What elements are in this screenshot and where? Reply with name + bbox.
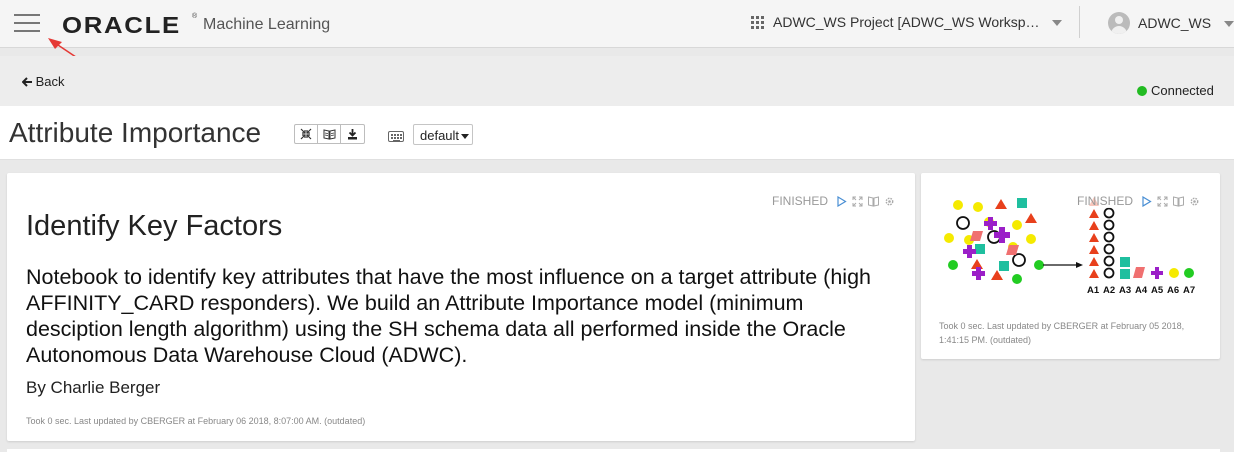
download-button[interactable] [341, 125, 364, 143]
notebook-toolbar [294, 124, 365, 144]
user-name: ADWC_WS [1138, 15, 1212, 31]
paragraph-description: Notebook to identify key attributes that… [26, 265, 871, 367]
keyboard-icon[interactable] [388, 131, 404, 142]
project-selector[interactable]: ADWC_WS Project [ADWC_WS Workspace] [751, 14, 1069, 34]
paragraph-status: FINISHED [1076, 194, 1133, 208]
gear-icon[interactable] [1189, 196, 1200, 207]
attr-label: A6 [1167, 285, 1179, 296]
notebook-subheader: Back Connected [0, 56, 1234, 106]
attr-label: A2 [1103, 285, 1115, 296]
divider [1079, 6, 1080, 38]
run-icon[interactable] [836, 195, 847, 207]
back-button[interactable]: Back [21, 74, 65, 89]
book-icon [323, 128, 335, 140]
arrow-left-icon [21, 77, 32, 87]
paragraph-card: FINISHED Identify Key Factors Notebook t… [7, 173, 915, 441]
page-title: Attribute Importance [9, 117, 262, 148]
paragraph-controls: FINISHED [1076, 194, 1200, 208]
project-label: ADWC_WS Project [ADWC_WS Workspace] [773, 14, 1045, 30]
interpreter-select[interactable]: default [413, 124, 473, 145]
user-menu[interactable]: ADWC_WS [1108, 12, 1234, 36]
collapse-icon [300, 128, 312, 140]
app-name: Machine Learning [203, 16, 331, 33]
back-label: Back [35, 74, 65, 89]
grid-icon [751, 16, 765, 30]
chevron-down-icon [461, 134, 469, 139]
attr-label: A5 [1151, 285, 1164, 296]
chevron-down-icon [1052, 20, 1062, 26]
paragraph-status: FINISHED [771, 194, 828, 208]
paragraph-heading: Identify Key Factors [26, 210, 283, 242]
notebook-title-bar: Attribute Importance default [0, 106, 1234, 160]
paragraph-meta: Took 0 sec. Last updated by CBERGER at F… [26, 416, 366, 426]
attr-label: A3 [1119, 285, 1131, 296]
hamburger-icon[interactable] [14, 14, 40, 34]
avatar [1108, 12, 1130, 34]
paragraph-card-image: A1 A2 A3 A4 A5 A6 A7 FINISHED Took 0 sec… [921, 173, 1220, 359]
interpreter-value: default [420, 128, 460, 143]
registered-mark: ® [192, 13, 198, 20]
book-icon[interactable] [1173, 195, 1184, 207]
gear-icon[interactable] [884, 196, 895, 207]
paragraph-byline: By Charlie Berger [26, 378, 161, 397]
attr-label: A1 [1087, 285, 1100, 296]
download-icon [348, 128, 357, 139]
expand-icon[interactable] [1157, 196, 1168, 207]
attr-label: A7 [1183, 285, 1195, 296]
top-navbar: ORACLE ® Machine Learning ADWC_WS Projec… [0, 0, 1234, 48]
expand-icon[interactable] [852, 196, 863, 207]
book-icon[interactable] [868, 195, 879, 207]
status-label: Connected [1151, 83, 1214, 98]
collapse-button[interactable] [295, 125, 318, 143]
run-icon[interactable] [1141, 195, 1152, 207]
status-dot [1137, 86, 1147, 96]
paragraph-controls: FINISHED [772, 194, 895, 208]
attr-label: A4 [1135, 285, 1148, 296]
connection-status: Connected [1137, 83, 1214, 98]
chevron-down-icon [1224, 21, 1234, 27]
paragraph-meta: Took 0 sec. Last updated by CBERGER at F… [939, 321, 1185, 345]
show-code-button[interactable] [318, 125, 341, 143]
